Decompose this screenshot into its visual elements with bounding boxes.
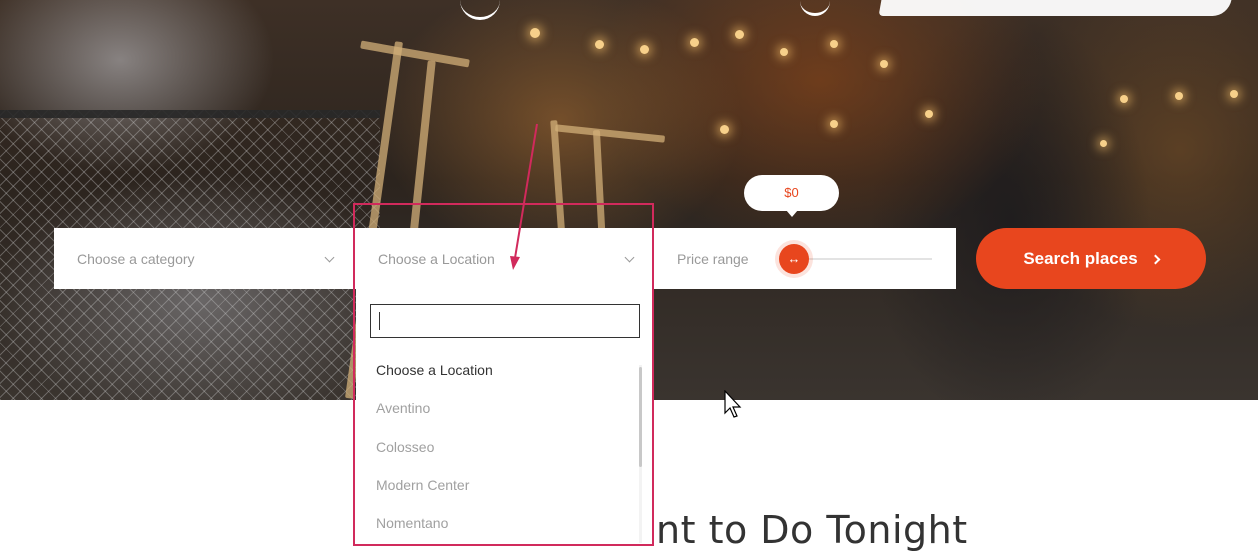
light-bulb (1175, 92, 1183, 100)
light-bulb (880, 60, 888, 68)
light-bulb (830, 40, 838, 48)
price-slider-track[interactable] (794, 258, 932, 260)
light-bulb (830, 120, 838, 128)
price-range-filter: Price range ↔ (654, 228, 956, 289)
light-bulb (530, 28, 540, 38)
light-bulb (735, 30, 744, 39)
section-heading: nt to Do Tonight (656, 508, 968, 551)
category-select[interactable]: Choose a category (54, 228, 354, 289)
arrows-horizontal-icon: ↔ (787, 251, 801, 266)
mouse-cursor-icon (724, 390, 742, 418)
price-value-bubble: $0 (744, 175, 839, 217)
light-bulb (1120, 95, 1128, 103)
search-button-label: Search places (1023, 248, 1138, 268)
light-bulb (1100, 140, 1107, 147)
light-bulb (1230, 90, 1238, 98)
annotation-highlight-box (353, 203, 654, 546)
light-bulb (595, 40, 604, 49)
chair-rail (360, 40, 470, 68)
light-bulb (640, 45, 649, 54)
hero-script-stroke (460, 0, 500, 20)
price-range-label: Price range (677, 250, 749, 267)
chevron-down-icon (324, 252, 335, 263)
search-places-button[interactable]: Search places (976, 228, 1206, 289)
price-slider-handle[interactable]: ↔ (779, 244, 809, 274)
light-bulb (925, 110, 933, 118)
category-select-label: Choose a category (77, 250, 195, 267)
hero-script-brushstroke (878, 0, 1232, 16)
hero-script-stroke (800, 0, 830, 16)
light-bulb (720, 125, 729, 134)
light-bulb (690, 38, 699, 47)
chevron-right-icon (1150, 254, 1161, 264)
chair-rail (554, 124, 666, 143)
light-bulb (780, 48, 788, 56)
